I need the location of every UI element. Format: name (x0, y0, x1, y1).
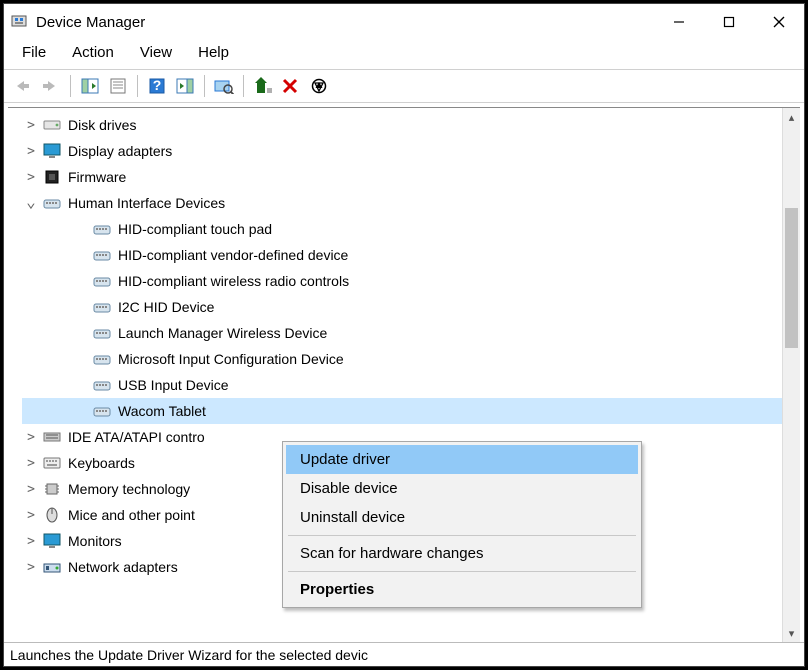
disable-button-toolbar[interactable] (306, 73, 332, 99)
menu-action[interactable]: Action (60, 42, 126, 63)
toolbar: ? (4, 69, 804, 103)
scroll-thumb[interactable] (785, 208, 798, 348)
network-icon (42, 558, 62, 576)
tree-node[interactable]: USB Input Device (22, 372, 800, 398)
toolbar-separator (204, 75, 205, 97)
toolbar-separator (70, 75, 71, 97)
toolbar-separator (137, 75, 138, 97)
hid-icon (92, 350, 112, 368)
expand-icon[interactable]: > (22, 480, 40, 498)
collapse-icon[interactable]: ⌄ (22, 192, 40, 210)
tree-node-label: Human Interface Devices (68, 195, 225, 211)
tree-node[interactable]: HID-compliant touch pad (22, 216, 800, 242)
hid-icon (92, 272, 112, 290)
context-menu: Update driver Disable device Uninstall d… (282, 441, 642, 608)
ctx-properties[interactable]: Properties (286, 575, 638, 604)
action-button-toolbar[interactable] (172, 73, 198, 99)
hid-icon (42, 194, 62, 212)
tree-node-label: Monitors (68, 533, 122, 549)
tree-node[interactable]: ⌄ Human Interface Devices (22, 190, 800, 216)
tree-node[interactable]: Launch Manager Wireless Device (22, 320, 800, 346)
vertical-scrollbar[interactable]: ▴ ▾ (782, 108, 800, 642)
expand-icon[interactable]: > (22, 454, 40, 472)
disk-icon (42, 116, 62, 134)
status-text: Launches the Update Driver Wizard for th… (10, 647, 376, 663)
display-icon (42, 142, 62, 160)
keyboard-icon (42, 454, 62, 472)
hid-icon (92, 298, 112, 316)
uninstall-button-toolbar[interactable] (278, 73, 304, 99)
title-bar: Device Manager (4, 4, 804, 40)
tree-node-label: Wacom Tablet (118, 403, 206, 419)
tree-node[interactable]: > Firmware (22, 164, 800, 190)
tree-node-label: IDE ATA/ATAPI contro (68, 429, 205, 445)
hid-icon (92, 376, 112, 394)
window-title: Device Manager (36, 14, 145, 31)
tree-node-label: I2C HID Device (118, 299, 214, 315)
tree-node-label: Mice and other point (68, 507, 195, 523)
ctx-separator (288, 571, 636, 572)
expand-icon[interactable]: > (22, 142, 40, 160)
firmware-icon (42, 168, 62, 186)
tree-node[interactable]: > Display adapters (22, 138, 800, 164)
help-button-toolbar[interactable]: ? (144, 73, 170, 99)
scroll-up-icon[interactable]: ▴ (783, 108, 800, 126)
toolbar-separator (243, 75, 244, 97)
hid-icon (92, 324, 112, 342)
tree-node[interactable]: HID-compliant wireless radio controls (22, 268, 800, 294)
expand-icon[interactable]: > (22, 428, 40, 446)
expand-icon[interactable]: > (22, 558, 40, 576)
tree-node-label: HID-compliant wireless radio controls (118, 273, 349, 289)
tree-node-label: Display adapters (68, 143, 172, 159)
tree-node[interactable]: HID-compliant vendor-defined device (22, 242, 800, 268)
mouse-icon (42, 506, 62, 524)
ctx-scan-hardware[interactable]: Scan for hardware changes (286, 539, 638, 568)
ctx-separator (288, 535, 636, 536)
show-hide-console-tree-button[interactable] (77, 73, 103, 99)
app-icon (10, 13, 28, 31)
scroll-down-icon[interactable]: ▾ (783, 624, 800, 642)
maximize-button[interactable] (704, 4, 754, 40)
ctx-update-driver[interactable]: Update driver (286, 445, 638, 474)
tree-node-label: HID-compliant touch pad (118, 221, 272, 237)
forward-button[interactable] (38, 73, 64, 99)
tree-node[interactable]: > Disk drives (22, 112, 800, 138)
menu-help[interactable]: Help (186, 42, 241, 63)
menu-file[interactable]: File (10, 42, 58, 63)
close-button[interactable] (754, 4, 804, 40)
expand-icon[interactable]: > (22, 532, 40, 550)
tree-node[interactable]: Wacom Tablet (22, 398, 800, 424)
tree-node-label: Keyboards (68, 455, 135, 471)
tree-node[interactable]: Microsoft Input Configuration Device (22, 346, 800, 372)
tree-node-label: USB Input Device (118, 377, 229, 393)
expand-icon[interactable]: > (22, 506, 40, 524)
svg-text:?: ? (153, 78, 162, 93)
update-driver-button-toolbar[interactable] (250, 73, 276, 99)
minimize-button[interactable] (654, 4, 704, 40)
chip-icon (42, 480, 62, 498)
expand-icon[interactable]: > (22, 168, 40, 186)
hid-icon (92, 220, 112, 238)
expand-icon[interactable]: > (22, 116, 40, 134)
hid-icon (92, 246, 112, 264)
tree-node-label: HID-compliant vendor-defined device (118, 247, 348, 263)
properties-button-toolbar[interactable] (105, 73, 131, 99)
hid-icon (92, 402, 112, 420)
menu-bar: File Action View Help (4, 40, 804, 69)
ide-icon (42, 428, 62, 446)
ctx-disable-device[interactable]: Disable device (286, 474, 638, 503)
tree-node-label: Launch Manager Wireless Device (118, 325, 327, 341)
tree-node-label: Firmware (68, 169, 126, 185)
back-button[interactable] (10, 73, 36, 99)
monitor-icon (42, 532, 62, 550)
status-bar: Launches the Update Driver Wizard for th… (4, 642, 804, 666)
tree-node-label: Microsoft Input Configuration Device (118, 351, 344, 367)
menu-view[interactable]: View (128, 42, 184, 63)
ctx-uninstall-device[interactable]: Uninstall device (286, 503, 638, 532)
tree-node[interactable]: I2C HID Device (22, 294, 800, 320)
tree-node-label: Network adapters (68, 559, 178, 575)
tree-node-label: Memory technology (68, 481, 190, 497)
scan-hardware-button[interactable] (211, 73, 237, 99)
tree-node-label: Disk drives (68, 117, 136, 133)
